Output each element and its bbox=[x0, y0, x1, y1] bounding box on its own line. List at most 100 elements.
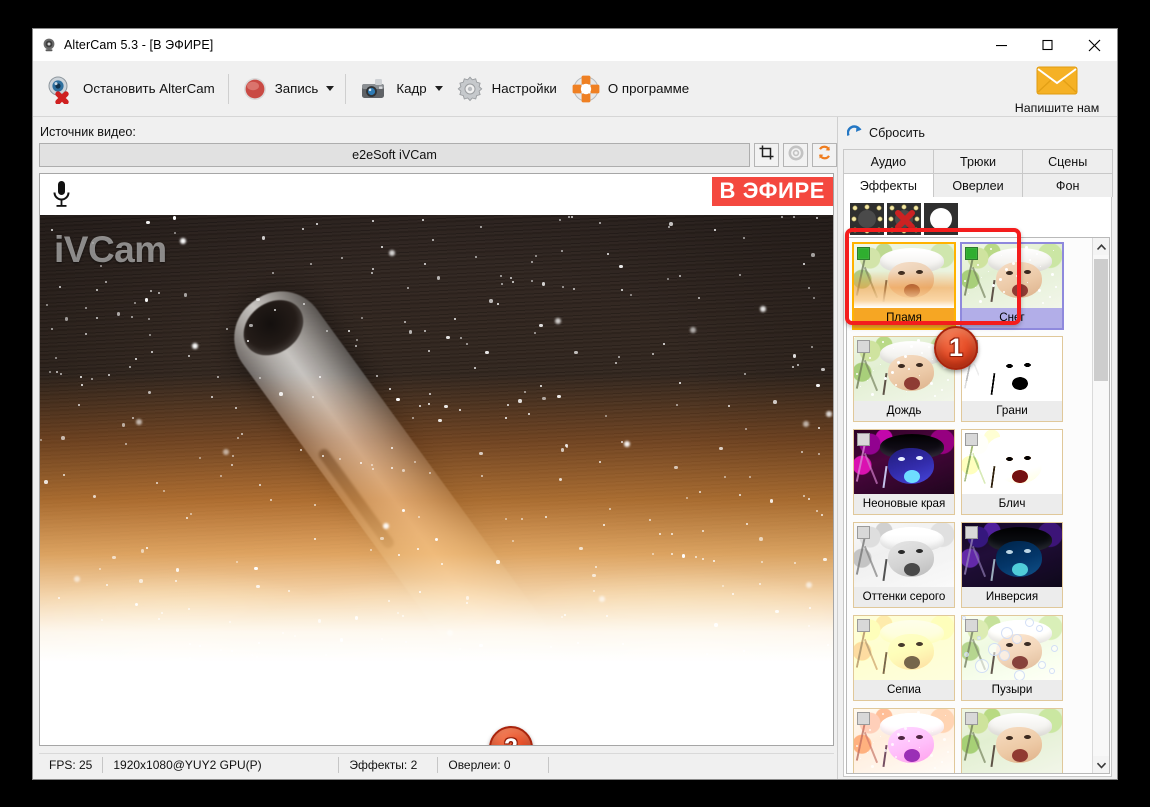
effect-enable-checkbox[interactable] bbox=[965, 619, 978, 632]
effect-label: Блич bbox=[962, 494, 1062, 514]
effect-thumbnail bbox=[854, 709, 954, 773]
video-frame: iVCam bbox=[40, 215, 833, 674]
status-effects-count: Эффекты: 2 bbox=[349, 757, 418, 772]
record-icon bbox=[242, 76, 268, 102]
toolbar-separator bbox=[345, 73, 347, 104]
contact-us-button[interactable]: Напишите нам bbox=[1005, 63, 1109, 115]
minimize-button[interactable] bbox=[979, 29, 1025, 61]
effect-item[interactable]: Пузыри bbox=[961, 615, 1063, 701]
effect-enable-checkbox[interactable] bbox=[857, 712, 870, 725]
record-button[interactable]: Запись bbox=[235, 67, 326, 111]
right-pane: Сбросить Аудио Трюки Сцены Эффекты Оверл… bbox=[837, 117, 1117, 779]
gear-icon bbox=[788, 145, 804, 166]
record-dropdown-arrow[interactable] bbox=[325, 67, 339, 111]
effect-enable-checkbox[interactable] bbox=[857, 619, 870, 632]
effects-scrollbar[interactable] bbox=[1092, 238, 1109, 773]
effect-item[interactable]: Неоновые края bbox=[853, 429, 955, 515]
toolbar-separator bbox=[227, 73, 229, 104]
effect-item[interactable]: Сердца bbox=[853, 708, 955, 773]
video-preview[interactable]: В ЭФИРЕ iVCam bbox=[39, 173, 834, 746]
camera-icon bbox=[359, 74, 389, 104]
maximize-button[interactable] bbox=[1025, 29, 1071, 61]
callout-number: 2 bbox=[504, 735, 518, 745]
video-source-value: e2eSoft iVCam bbox=[352, 148, 437, 162]
tab-row-top: Аудио Трюки Сцены bbox=[843, 149, 1114, 173]
status-overlays-count: Оверлеи: 0 bbox=[448, 757, 511, 772]
reset-arrow-icon bbox=[846, 124, 863, 143]
main-toolbar: Остановить AlterCam Запись Кадр Настройк… bbox=[33, 61, 1117, 117]
scroll-down-button[interactable] bbox=[1093, 756, 1109, 773]
scroll-up-button[interactable] bbox=[1093, 238, 1109, 255]
chevron-down-icon bbox=[1096, 756, 1106, 774]
effect-thumbnail bbox=[854, 523, 954, 587]
crop-icon bbox=[759, 145, 774, 165]
effect-enable-checkbox[interactable] bbox=[857, 433, 870, 446]
effect-item[interactable]: Сепиа bbox=[853, 615, 955, 701]
refresh-sources-button[interactable] bbox=[812, 143, 837, 167]
effect-properties-button[interactable] bbox=[924, 203, 958, 235]
effect-enable-checkbox[interactable] bbox=[965, 526, 978, 539]
scrollbar-track[interactable] bbox=[1093, 255, 1109, 756]
tab-effects-label: Эффекты bbox=[859, 178, 917, 193]
scrollbar-thumb[interactable] bbox=[1094, 259, 1108, 381]
effect-enable-checkbox[interactable] bbox=[965, 433, 978, 446]
effects-list-container: Пламя Снег Дождь Грани Неоновые края Блич Отте… bbox=[846, 237, 1110, 774]
lifebuoy-icon bbox=[571, 74, 601, 104]
effect-item[interactable]: Инверсия bbox=[961, 522, 1063, 608]
tab-background[interactable]: Фон bbox=[1022, 173, 1114, 197]
effect-thumbnail bbox=[854, 244, 954, 308]
tab-scenes[interactable]: Сцены bbox=[1022, 149, 1114, 173]
microphone-icon[interactable] bbox=[51, 180, 72, 214]
tab-audio[interactable]: Аудио bbox=[843, 149, 934, 173]
main-body: Источник видео: e2eSoft iVCam В ЭФИРЕ iV… bbox=[33, 117, 1117, 779]
settings-button[interactable]: Настройки bbox=[448, 67, 564, 111]
frame-label: Кадр bbox=[396, 81, 427, 96]
tab-overlays[interactable]: Оверлеи bbox=[932, 173, 1024, 197]
effect-enable-checkbox[interactable] bbox=[857, 340, 870, 353]
mail-envelope-icon bbox=[1036, 66, 1078, 100]
effect-item[interactable]: Блич bbox=[961, 429, 1063, 515]
about-button[interactable]: О программе bbox=[564, 67, 696, 111]
tab-tricks[interactable]: Трюки bbox=[932, 149, 1024, 173]
crop-button[interactable] bbox=[754, 143, 779, 167]
status-separator bbox=[548, 756, 550, 773]
effect-item[interactable]: Оттенки серого bbox=[853, 522, 955, 608]
effect-item[interactable]: Шумоподавит... bbox=[961, 708, 1063, 773]
effect-thumbnail bbox=[962, 616, 1062, 680]
effect-enable-checkbox[interactable] bbox=[965, 247, 978, 260]
record-label: Запись bbox=[274, 81, 319, 96]
app-logo-icon bbox=[41, 37, 57, 53]
flame-effect-glow bbox=[40, 424, 833, 674]
status-format: 1920x1080@YUY2 GPU(P) bbox=[113, 757, 262, 772]
gear-icon bbox=[455, 74, 485, 104]
video-watermark: iVCam bbox=[54, 229, 167, 270]
effect-thumbnail bbox=[962, 244, 1062, 308]
effect-label: Оттенки серого bbox=[854, 587, 954, 607]
reset-row[interactable]: Сбросить bbox=[843, 123, 1112, 143]
window-title: AlterCam 5.3 - [В ЭФИРЕ] bbox=[64, 38, 214, 52]
effect-label: Пламя bbox=[854, 308, 954, 328]
effect-enable-checkbox[interactable] bbox=[857, 247, 870, 260]
effects-list[interactable]: Пламя Снег Дождь Грани Неоновые края Блич Отте… bbox=[847, 238, 1092, 773]
settings-label: Настройки bbox=[491, 81, 557, 96]
close-button[interactable] bbox=[1071, 29, 1117, 61]
window-controls bbox=[979, 29, 1117, 61]
video-source-select[interactable]: e2eSoft iVCam bbox=[39, 143, 750, 167]
source-settings-button[interactable] bbox=[783, 143, 808, 167]
effect-enable-checkbox[interactable] bbox=[965, 712, 978, 725]
remove-effect-button[interactable] bbox=[887, 203, 921, 235]
panel-tabs: Аудио Трюки Сцены Эффекты Оверлеи Фон bbox=[843, 149, 1114, 197]
effect-enable-checkbox[interactable] bbox=[857, 526, 870, 539]
effect-thumbnail bbox=[962, 709, 1062, 773]
effect-item[interactable]: Пламя bbox=[852, 242, 956, 330]
title-bar: AlterCam 5.3 - [В ЭФИРЕ] bbox=[33, 29, 1117, 61]
tab-effects[interactable]: Эффекты bbox=[843, 173, 934, 197]
frame-dropdown-arrow[interactable] bbox=[434, 67, 448, 111]
refresh-icon bbox=[817, 145, 832, 165]
add-effect-button[interactable] bbox=[850, 203, 884, 235]
video-source-label: Источник видео: bbox=[40, 125, 136, 139]
effect-item[interactable]: Снег bbox=[960, 242, 1064, 330]
frame-button[interactable]: Кадр bbox=[352, 67, 433, 111]
stop-altercam-button[interactable]: Остановить AlterCam bbox=[39, 67, 222, 111]
effect-thumbnail bbox=[962, 430, 1062, 494]
